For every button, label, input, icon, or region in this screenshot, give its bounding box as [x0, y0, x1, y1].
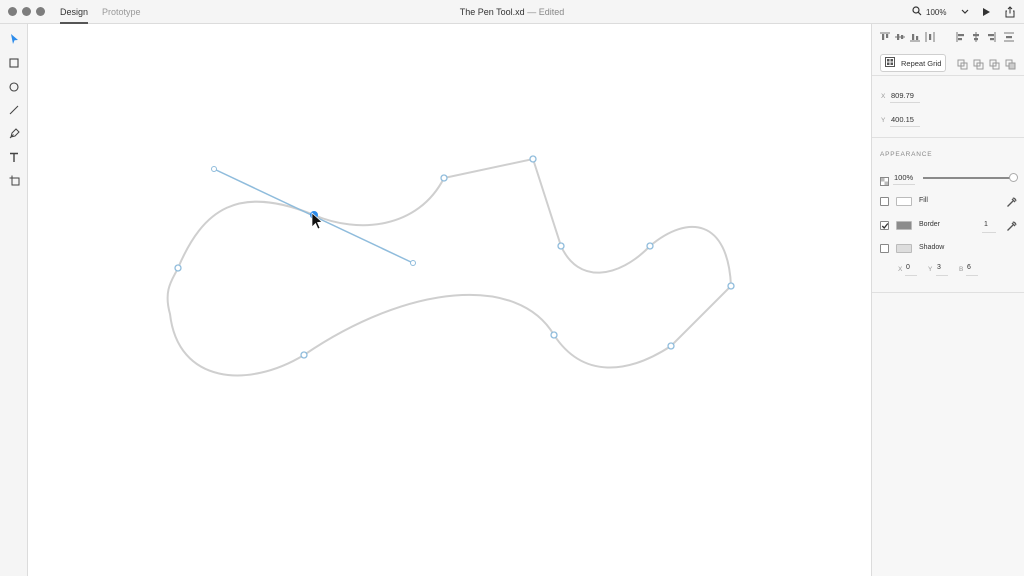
boolean-exclude-icon[interactable] [1004, 57, 1016, 71]
shadow-x-underline [905, 275, 917, 276]
y-position-field[interactable]: 400.15 [891, 115, 914, 124]
anchor-point[interactable] [174, 264, 182, 272]
x-field-underline [890, 102, 920, 103]
shadow-y-label: Y [928, 266, 933, 273]
opacity-slider-track[interactable] [923, 177, 1013, 179]
y-field-underline [890, 126, 920, 127]
opacity-value[interactable]: 100% [894, 173, 913, 182]
appearance-heading: APPEARANCE [880, 151, 933, 158]
opacity-slider-handle[interactable] [1009, 173, 1018, 182]
shadow-x-field[interactable]: 0 [906, 264, 910, 271]
fill-color-swatch[interactable] [896, 197, 912, 206]
shadow-b-underline [966, 275, 978, 276]
share-icon[interactable] [1002, 4, 1018, 20]
fill-checkbox[interactable] [880, 197, 889, 206]
shadow-b-label: B [959, 266, 964, 273]
line-tool-icon[interactable] [5, 101, 23, 119]
align-bottom-icon[interactable] [909, 30, 921, 44]
tools-panel [0, 24, 28, 576]
opacity-field-underline [893, 184, 915, 185]
shadow-blur-field[interactable]: 6 [967, 264, 971, 271]
xd-app-window: Design Prototype The Pen Tool.xd — Edite… [0, 0, 1024, 576]
document-name: The Pen Tool.xd [459, 7, 525, 17]
chevron-down-icon[interactable] [957, 4, 973, 20]
vector-path-drawing[interactable] [28, 24, 871, 576]
bezier-path[interactable] [166, 157, 733, 377]
boolean-subtract-icon[interactable] [972, 57, 984, 71]
shadow-color-swatch[interactable] [896, 244, 912, 253]
fill-label: Fill [919, 197, 928, 204]
appearance-section [872, 138, 1024, 293]
tab-design[interactable]: Design [60, 0, 89, 24]
border-width-field[interactable]: 1 [984, 221, 988, 228]
search-icon[interactable] [912, 6, 922, 18]
repeat-grid-button[interactable]: Repeat Grid [880, 54, 946, 72]
document-title: The Pen Tool.xd — Edited [0, 0, 1024, 24]
anchor-point[interactable] [550, 331, 558, 339]
bezier-handle-point[interactable] [211, 166, 217, 172]
shadow-label: Shadow [919, 244, 945, 251]
x-position-field[interactable]: 809.79 [891, 91, 914, 100]
ellipse-tool-icon[interactable] [5, 78, 23, 96]
border-eyedropper-icon[interactable] [1006, 219, 1017, 237]
anchor-point[interactable] [646, 242, 654, 250]
title-bar: Design Prototype The Pen Tool.xd — Edite… [0, 0, 1024, 24]
pen-tool-icon[interactable] [5, 124, 23, 142]
zoom-level[interactable]: 100% [926, 8, 946, 17]
shadow-y-underline [936, 275, 948, 276]
play-preview-icon[interactable] [978, 4, 994, 20]
property-inspector: Repeat Grid X 809.79 Y 400.15 APPEARANCE… [871, 24, 1024, 576]
zoom-control[interactable]: 100% [912, 4, 946, 20]
repeat-grid-label: Repeat Grid [901, 58, 942, 68]
opacity-icon [880, 173, 889, 191]
fill-eyedropper-icon[interactable] [1006, 195, 1017, 213]
shadow-checkbox[interactable] [880, 244, 889, 253]
bezier-handle-point[interactable] [410, 260, 416, 266]
border-label: Border [919, 221, 941, 228]
anchor-point[interactable] [529, 155, 537, 163]
text-tool-icon[interactable] [5, 148, 23, 166]
align-top-icon[interactable] [879, 30, 891, 44]
align-right-icon[interactable] [985, 30, 997, 44]
tab-prototype[interactable]: Prototype [102, 0, 141, 24]
anchor-point[interactable] [557, 242, 565, 250]
document-edited-status: — Edited [527, 7, 565, 17]
shadow-x-label: X [898, 266, 903, 273]
boolean-add-icon[interactable] [956, 57, 968, 71]
align-icons-row [872, 30, 1024, 44]
x-label: X [881, 93, 886, 100]
rectangle-tool-icon[interactable] [5, 54, 23, 72]
align-left-icon[interactable] [955, 30, 967, 44]
border-color-swatch[interactable] [896, 221, 912, 230]
select-arrow-icon[interactable] [5, 30, 23, 48]
align-middle-icon[interactable] [894, 30, 906, 44]
border-width-underline [982, 232, 996, 233]
anchor-point[interactable] [300, 351, 308, 359]
distribute-horizontal-icon[interactable] [1003, 30, 1015, 44]
shadow-y-field[interactable]: 3 [937, 264, 941, 271]
border-checkbox[interactable] [880, 221, 889, 230]
minimize-window-button[interactable] [22, 7, 31, 16]
distribute-vertical-icon[interactable] [924, 30, 936, 44]
anchor-point[interactable] [440, 174, 448, 182]
artboard-tool-icon[interactable] [5, 171, 23, 189]
position-section [872, 76, 1024, 138]
anchor-point[interactable] [667, 342, 675, 350]
repeat-grid-icon [885, 57, 895, 69]
close-window-button[interactable] [8, 7, 17, 16]
align-center-icon[interactable] [970, 30, 982, 44]
boolean-intersect-icon[interactable] [988, 57, 1000, 71]
zoom-window-button[interactable] [36, 7, 45, 16]
y-label: Y [881, 117, 886, 124]
design-canvas[interactable] [28, 24, 871, 576]
anchor-point[interactable] [727, 282, 735, 290]
